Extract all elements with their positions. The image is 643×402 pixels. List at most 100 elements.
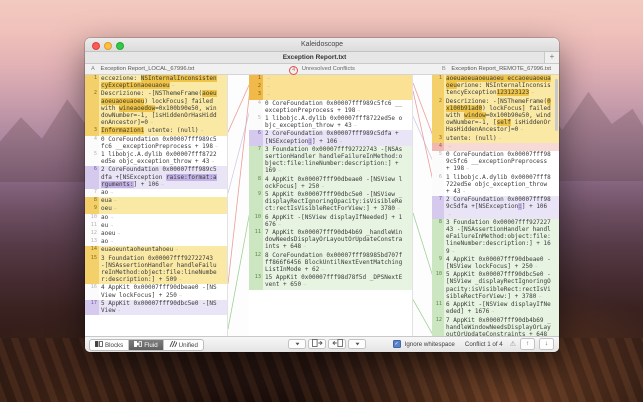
code-line[interactable]: 14euaoeuntaoheuntahoeu	[85, 246, 227, 254]
code-line[interactable]: 1	[249, 75, 412, 83]
code-text: 6 AppKit -[NSView displayIfNeeded] + 167…	[444, 301, 559, 316]
code-line[interactable]: 73 Foundation 0x00007fff92722743 -[NSAss…	[249, 146, 412, 176]
code-text: 5 AppKit 0x00007fff90dbc5e0 -[NSView	[99, 300, 227, 315]
tab-exception-report[interactable]: Exception Report.txt	[85, 52, 544, 63]
line-number: 12	[249, 252, 263, 275]
code-text: Descrizione: -[NSThemeFrame(aoeuaoeuaoeu…	[99, 90, 227, 127]
code-line[interactable]: 153 Foundation 0x00007fff92722743 -[NSAs…	[85, 255, 227, 285]
code-line[interactable]: 117 AppKit 0x00007fff90db4b69 _handleWin…	[249, 229, 412, 252]
line-number: 8	[249, 176, 263, 191]
code-line[interactable]: 61 libobjc.A.dylib 0x00007fff8722ed5e ob…	[432, 174, 559, 197]
code-line[interactable]: 7ao	[85, 189, 227, 197]
code-line[interactable]: 62 CoreFoundation 0x00007fff989c5dfa +[N…	[249, 130, 412, 145]
merge-choice-dropdown-b[interactable]	[348, 339, 366, 349]
code-line[interactable]: 51 libobjc.A.dylib 0x00007fff8722ed5e ob…	[85, 151, 227, 166]
line-number: 9	[85, 205, 99, 213]
code-line[interactable]: 12aoeu	[85, 230, 227, 238]
line-number: 9	[249, 191, 263, 214]
code-line[interactable]: 1315 AppKit 0x00007fff98d78f5d _DPSNextE…	[249, 274, 412, 289]
code-text: 4 AppKit 0x00007fff90dbeae0 -[NSView loc…	[444, 256, 559, 271]
line-number: 1	[85, 75, 99, 90]
code-text: 1 libobjc.A.dylib 0x00007fff8722ed5e obj…	[444, 174, 559, 197]
code-line[interactable]: 9oeu	[85, 205, 227, 213]
code-line[interactable]: 2	[249, 83, 412, 91]
code-line[interactable]: 40 CoreFoundation 0x00007fff989c5fc6 __e…	[249, 100, 412, 115]
code-line[interactable]: 94 AppKit 0x00007fff90dbeae0 -[NSView lo…	[432, 256, 559, 271]
code-line[interactable]: 175 AppKit 0x00007fff90dbc5e0 -[NSView	[85, 300, 227, 315]
copy-to-right-button[interactable]	[308, 339, 326, 349]
code-line[interactable]: 95 AppKit 0x00007fff90dbc5e0 -[NSView _d…	[249, 191, 412, 214]
view-mode-fluid-button[interactable]: Fluid	[129, 340, 163, 350]
minimize-button[interactable]	[104, 42, 112, 50]
code-text	[444, 143, 559, 151]
right-file[interactable]: B Exception Report_REMOTE_67996.txt	[442, 66, 551, 72]
code-line[interactable]: 3utente: (null)	[432, 135, 559, 143]
pane-local: 1eccezione: NSInternalInconsistencyExcep…	[85, 75, 227, 336]
code-line[interactable]: 1eccezione: NSInternalInconsistencyExcep…	[85, 75, 227, 90]
code-text: 2 CoreFoundation 0x00007fff989c5dfa +[NS…	[99, 166, 227, 189]
changed-token: :	[518, 203, 522, 210]
copy-to-left-button[interactable]	[328, 339, 346, 349]
traffic-lights	[92, 42, 124, 50]
code-line[interactable]: 83 Foundation 0x00007fff92722743 -[NSAss…	[432, 219, 559, 256]
changed-token: aoeuaoeuaoeuaoeu eccaoeuaoeuaoeu	[446, 75, 551, 89]
code-text: 7 AppKit 0x00007fff90db4b69 _handleWindo…	[444, 317, 559, 337]
next-conflict-button[interactable]: ↓	[539, 338, 554, 350]
code-text: 0 CoreFoundation 0x00007fff989c5fc6 __ex…	[263, 100, 412, 115]
code-line[interactable]: 116 AppKit -[NSView displayIfNeeded] + 1…	[432, 301, 559, 316]
code-line[interactable]: 72 CoreFoundation 0x00007fff989c5dfa +[N…	[432, 196, 559, 219]
line-number: 2	[432, 98, 444, 135]
line-number: 9	[432, 256, 444, 271]
window-title: Kaleidoscope	[85, 41, 559, 48]
vertical-scrollbar[interactable]	[555, 79, 558, 131]
code-text: 4 AppKit 0x00007fff90dbeae0 -[NSView loc…	[263, 176, 412, 191]
code-text: euaoeuntaoheuntahoeu	[99, 246, 227, 254]
code-line[interactable]: 3	[249, 91, 412, 99]
view-mode-unified-button[interactable]: Unified	[164, 340, 203, 350]
code-line[interactable]: 11eu	[85, 222, 227, 230]
previous-conflict-button[interactable]: ↑	[520, 338, 535, 350]
changed-token: Informazioni	[101, 127, 144, 134]
close-button[interactable]	[92, 42, 100, 50]
view-mode-segmented-control: BlocksFluidUnified	[89, 339, 204, 351]
new-tab-button[interactable]: +	[544, 52, 559, 63]
code-line[interactable]: 8eua	[85, 197, 227, 205]
line-number: 8	[85, 197, 99, 205]
code-line[interactable]: 164 AppKit 0x00007fff90dbeae0 -[NSView l…	[85, 284, 227, 299]
code-line[interactable]: 105 AppKit 0x00007fff90dbc5e0 -[NSView _…	[432, 271, 559, 301]
code-line[interactable]: 84 AppKit 0x00007fff90dbeae0 -[NSView lo…	[249, 176, 412, 191]
ignore-whitespace-checkbox[interactable]: ✓	[393, 340, 401, 348]
code-line[interactable]: 40 CoreFoundation 0x00007fff989c5fc6 __e…	[85, 136, 227, 151]
diff-connector-right	[413, 75, 433, 336]
window-titlebar[interactable]: Kaleidoscope	[85, 38, 559, 52]
line-number: 2	[249, 83, 263, 91]
code-line[interactable]: 3Informazioni utente: (null)	[85, 127, 227, 135]
code-line[interactable]: 10ao	[85, 214, 227, 222]
code-text: 2 CoreFoundation 0x00007fff989c5dfa +[NS…	[444, 196, 559, 219]
code-text: 3 Foundation 0x00007fff92722743 -[NSAsse…	[444, 219, 559, 256]
merge-choice-dropdown-a[interactable]	[288, 339, 306, 349]
code-line[interactable]: 2Descrizione: -[NSThemeFrame(aoeuaoeuaoe…	[85, 90, 227, 127]
code-line[interactable]: 106 AppKit -[NSView displayIfNeeded] + 1…	[249, 214, 412, 229]
line-number: 7	[249, 146, 263, 176]
code-line[interactable]: 4	[432, 143, 559, 151]
code-line[interactable]: 62 CoreFoundation 0x00007fff989c5dfa +[N…	[85, 166, 227, 189]
code-text: 1 libobjc.A.dylib 0x00007fff8722ed5e obj…	[263, 115, 412, 130]
code-line[interactable]: 1aoeuaoeuaoeuaoeu eccaoeuaoeuaoeuerione:…	[432, 75, 559, 98]
code-line[interactable]: 50 CoreFoundation 0x00007fff989c5fc6 __e…	[432, 151, 559, 174]
line-number: 10	[432, 271, 444, 301]
code-line[interactable]: 2Descrizione: -[NSThemeFrame(0x100b91ad0…	[432, 98, 559, 135]
code-line[interactable]: 127 AppKit 0x00007fff90db4b69 _handleWin…	[432, 317, 559, 337]
code-text: eccezione: NSInternalInconsistencyExcept…	[99, 75, 227, 90]
line-number: 5	[249, 115, 263, 130]
line-number: 6	[432, 174, 444, 197]
view-mode-blocks-button[interactable]: Blocks	[90, 340, 129, 350]
code-line[interactable]: 128 CoreFoundation 0x00007fff98985bd707f…	[249, 252, 412, 275]
code-text: aoeu	[99, 230, 227, 238]
line-number: 10	[85, 214, 99, 222]
line-number: 12	[85, 230, 99, 238]
code-line[interactable]: 13ao	[85, 238, 227, 246]
code-line[interactable]: 51 libobjc.A.dylib 0x00007fff8722ed5e ob…	[249, 115, 412, 130]
code-text: Informazioni utente: (null)	[99, 127, 227, 135]
zoom-button[interactable]	[116, 42, 124, 50]
